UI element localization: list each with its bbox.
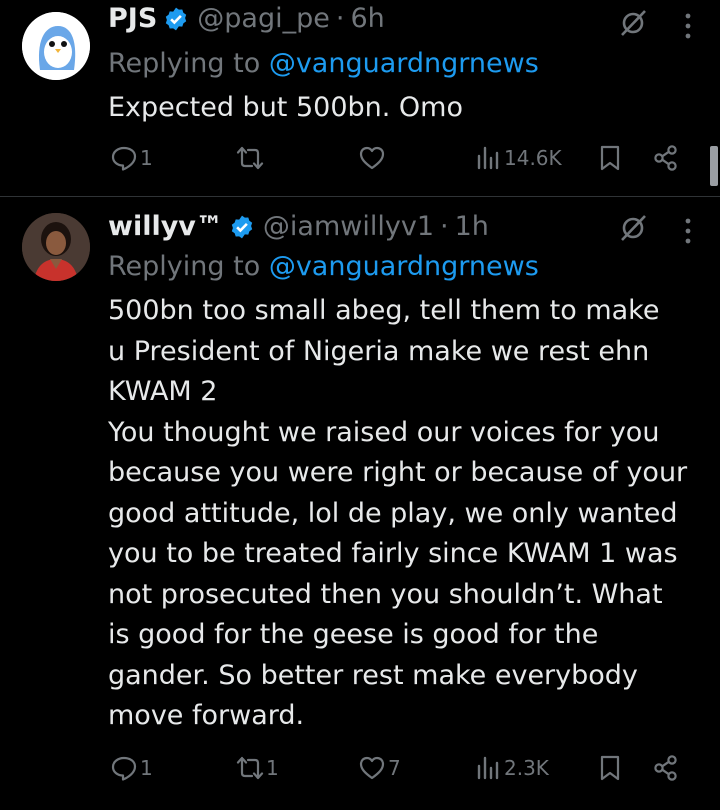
avatar[interactable]	[22, 213, 90, 281]
views-count: 2.3K	[504, 756, 549, 780]
like-button[interactable]	[358, 144, 388, 172]
tweet-willyv[interactable]: willyv™ @iamwillyv1 · 1h Replying to @va…	[0, 197, 720, 810]
share-button[interactable]	[652, 144, 680, 172]
reply-icon	[111, 756, 137, 781]
penguin-icon	[22, 12, 90, 80]
share-icon	[654, 755, 677, 781]
replying-to: Replying to @vanguardngrnews	[108, 249, 539, 285]
replying-to-label: Replying to	[108, 48, 269, 79]
tweet-text: 500bn too small abeg, tell them to make …	[108, 295, 688, 731]
scrollbar[interactable]	[710, 146, 718, 186]
heart-icon	[359, 146, 385, 170]
tweet-pjs[interactable]: PJS @pagi_pe · 6h Replying to @vanguardn…	[0, 0, 720, 196]
tweet-actions: 1 14.6K	[0, 144, 720, 180]
share-icon	[654, 145, 677, 171]
verified-badge-icon	[231, 215, 253, 239]
separator-dot: ·	[440, 211, 449, 242]
heart-icon	[359, 756, 385, 780]
reply-count: 1	[140, 756, 153, 780]
profile-photo-icon	[22, 213, 90, 281]
retweet-button[interactable]	[236, 144, 266, 172]
retweet-count: 1	[266, 756, 279, 780]
retweet-icon	[236, 146, 264, 170]
tweet-actions: 1 1 7 2.3K	[0, 754, 720, 790]
more-options-icon[interactable]	[682, 217, 694, 245]
more-options-icon[interactable]	[682, 12, 694, 40]
bookmark-icon	[600, 145, 620, 171]
views-button[interactable]: 2.3K	[474, 754, 549, 782]
avatar[interactable]	[22, 12, 90, 80]
display-name[interactable]: willyv™	[108, 209, 223, 245]
retweet-icon	[236, 756, 264, 780]
display-name[interactable]: PJS	[108, 1, 157, 37]
replying-to: Replying to @vanguardngrnews	[108, 46, 539, 82]
bookmark-icon	[600, 755, 620, 781]
views-chart-icon	[477, 146, 499, 170]
tweet-text: Expected but 500bn. Omo	[108, 92, 463, 123]
retweet-button[interactable]: 1	[236, 754, 279, 782]
handle[interactable]: @pagi_pe	[197, 1, 330, 37]
verified-badge-icon	[166, 7, 187, 31]
handle[interactable]: @iamwillyv1	[263, 209, 434, 245]
views-count: 14.6K	[504, 146, 562, 170]
like-count: 7	[388, 756, 401, 780]
timestamp[interactable]: 6h	[350, 1, 384, 37]
timestamp[interactable]: 1h	[455, 209, 489, 245]
reply-mention-link[interactable]: @vanguardngrnews	[269, 48, 539, 79]
like-button[interactable]: 7	[358, 754, 401, 782]
bookmark-button[interactable]	[596, 144, 624, 172]
reply-icon	[111, 146, 137, 171]
bookmark-button[interactable]	[596, 754, 624, 782]
replying-to-label: Replying to	[108, 251, 269, 282]
reply-count: 1	[140, 146, 153, 170]
share-button[interactable]	[652, 754, 680, 782]
reply-button[interactable]: 1	[110, 144, 153, 172]
views-chart-icon	[477, 756, 499, 780]
grok-icon[interactable]	[618, 213, 648, 243]
separator-dot: ·	[335, 3, 345, 34]
reply-mention-link[interactable]: @vanguardngrnews	[269, 251, 539, 282]
grok-icon[interactable]	[618, 8, 648, 38]
reply-button[interactable]: 1	[110, 754, 153, 782]
views-button[interactable]: 14.6K	[474, 144, 562, 172]
